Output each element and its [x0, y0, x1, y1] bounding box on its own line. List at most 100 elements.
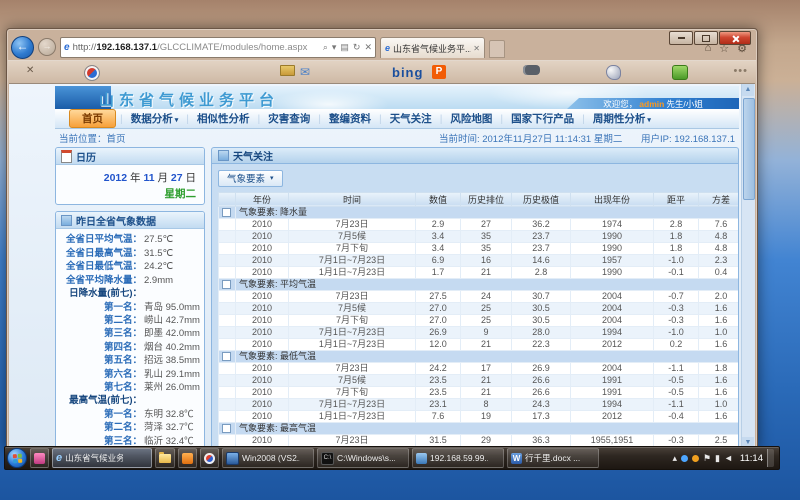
network-icon[interactable]: ▮: [715, 453, 720, 464]
table-cell: 19: [461, 410, 512, 422]
nav-item-7[interactable]: 国家下行产品: [503, 111, 582, 126]
mail-icon[interactable]: ✉: [300, 65, 310, 79]
group-checkbox[interactable]: [222, 352, 231, 361]
taskbar-ie-button[interactable]: e 山东省气候业务平...: [52, 448, 152, 468]
new-tab-button[interactable]: [489, 40, 505, 58]
group-row: 气象要素: 平均气温: [219, 278, 740, 290]
table-cell: 21: [461, 374, 512, 386]
stat-label: 全省平均降水量：: [56, 274, 142, 287]
action-center-flag-icon[interactable]: ⚑: [703, 453, 711, 464]
stat-label: 第二名：: [56, 314, 142, 327]
nav-item-5[interactable]: 天气关注: [382, 111, 440, 126]
stat-value: [142, 287, 144, 300]
forward-button[interactable]: →: [38, 38, 56, 56]
row-check-cell: [219, 434, 236, 446]
vertical-scrollbar[interactable]: ▲ ▼: [741, 84, 755, 449]
nav-item-3[interactable]: 灾害查询: [260, 111, 318, 126]
stat-value: 烟台 40.2mm: [142, 341, 200, 354]
taskbar-clock[interactable]: 11:14: [740, 453, 763, 464]
group-label: 气象要素: 最低气温: [236, 350, 740, 362]
table-cell: 1.8: [654, 230, 699, 242]
table-cell: 7月下旬: [289, 314, 416, 326]
address-bar[interactable]: e http://192.168.137.1/GLCCLIMATE/module…: [60, 37, 376, 58]
group-checkbox[interactable]: [222, 424, 231, 433]
group-checkbox[interactable]: [222, 208, 231, 217]
nav-item-6[interactable]: 风险地图: [442, 111, 500, 126]
camera-icon[interactable]: [523, 65, 540, 75]
more-options-icon[interactable]: •••: [733, 65, 748, 77]
group-checkbox[interactable]: [222, 280, 231, 289]
show-desktop-button[interactable]: [767, 449, 774, 467]
card-icon[interactable]: [280, 65, 295, 76]
tab-title: 山东省气候业务平...: [393, 42, 471, 55]
nav-item-2[interactable]: 相似性分析: [189, 111, 258, 126]
toolbar-close-icon[interactable]: ✕: [26, 65, 34, 76]
hidden-icons-arrow-icon[interactable]: ▴: [672, 453, 677, 464]
stat-line: 第二名：菏泽 32.7℃: [56, 421, 200, 434]
url-host: 192.168.137.1: [96, 42, 157, 53]
minimize-button[interactable]: [669, 31, 693, 45]
taskbar-cmd-button[interactable]: C:\ C:\Windows\s...: [317, 448, 409, 468]
column-header: 历史极值: [512, 192, 571, 206]
breadcrumb: 当前位置：首页: [59, 131, 126, 145]
table-cell: 2010: [236, 326, 289, 338]
start-button[interactable]: [7, 448, 27, 468]
stats-panel: 昨日全省气象数据 全省日平均气温：27.5℃全省日最高气温：31.5℃全省日最低…: [55, 211, 205, 449]
table-row: 20107月23日24.21726.92004-1.11.8: [219, 362, 740, 374]
nav-item-0[interactable]: 首页: [69, 109, 116, 128]
paw-icon[interactable]: [606, 65, 621, 80]
nav-item-1[interactable]: 数据分析▾: [123, 111, 187, 126]
table-cell: 30.7: [512, 290, 571, 302]
stop-icon[interactable]: ✕: [364, 42, 372, 53]
refresh-icon[interactable]: ↻: [353, 42, 361, 53]
taskbar-app2-button[interactable]: [200, 448, 219, 468]
data-icon: [61, 215, 72, 226]
community-icon[interactable]: [672, 65, 688, 80]
tab-close-icon[interactable]: ✕: [473, 44, 480, 53]
element-filter-button[interactable]: 气象要素▾: [218, 170, 283, 187]
table-cell: 14.6: [512, 254, 571, 266]
volume-icon[interactable]: ◄: [724, 453, 733, 463]
browser-tab[interactable]: e 山东省气候业务平... ✕: [380, 37, 485, 58]
back-button[interactable]: ←: [11, 36, 34, 59]
scroll-up-icon[interactable]: ▲: [742, 84, 754, 96]
taskbar-rdp-button[interactable]: 192.168.59.99...: [412, 448, 504, 468]
maximize-button[interactable]: [694, 31, 718, 45]
table-row: 20101月1日~7月23日7.61917.32012-0.41.6: [219, 410, 740, 422]
table-row: 20107月下旬23.52126.61991-0.51.6: [219, 386, 740, 398]
table-cell: 4.8: [699, 230, 740, 242]
group-check-cell: [219, 206, 236, 218]
stat-value: 2.9mm: [142, 274, 173, 287]
table-cell: 28.0: [512, 326, 571, 338]
bing-logo[interactable]: bing: [392, 65, 423, 80]
p-badge-icon[interactable]: P: [432, 65, 446, 79]
table-row: 20101月1日~7月23日12.02122.320120.21.6: [219, 338, 740, 350]
stat-label: 最高气温(前七)：: [56, 394, 142, 407]
nav-item-4[interactable]: 整编资料: [321, 111, 379, 126]
taskbar-vm-button[interactable]: Win2008 (VS2...: [222, 448, 314, 468]
scrollbar-thumb[interactable]: [743, 98, 755, 200]
network-status-icon[interactable]: [681, 455, 688, 462]
taskbar-media-button[interactable]: [30, 448, 49, 468]
table-cell: 1990: [571, 242, 654, 254]
taskbar-app1-button[interactable]: [178, 448, 197, 468]
close-button[interactable]: [719, 31, 751, 45]
row-check-cell: [219, 326, 236, 338]
table-cell: 7月5候: [289, 302, 416, 314]
security-shield-icon[interactable]: [692, 455, 699, 462]
stat-label: 第五名：: [56, 354, 142, 367]
nav-item-8[interactable]: 周期性分析▾: [585, 111, 659, 126]
table-row: 20107月1日~7月23日6.91614.61957-1.02.3: [219, 254, 740, 266]
table-cell: 8: [461, 398, 512, 410]
taskbar-word-button[interactable]: W 行千里.docx ...: [507, 448, 599, 468]
taskbar-explorer-button[interactable]: [155, 448, 175, 468]
table-cell: 6.9: [416, 254, 461, 266]
user-ip-label: 用户IP: 192.168.137.1: [641, 134, 735, 145]
address-dropdown-icon[interactable]: ▾: [332, 42, 337, 53]
table-cell: 1.0: [699, 398, 740, 410]
browser-logo-icon[interactable]: [84, 65, 100, 81]
compatibility-icon[interactable]: ▤: [340, 42, 349, 53]
table-header: 年份时间数值历史排位历史极值出现年份距平方差: [219, 192, 740, 206]
table-cell: 1月1日~7月23日: [289, 410, 416, 422]
search-icon[interactable]: ⌕: [323, 42, 328, 53]
